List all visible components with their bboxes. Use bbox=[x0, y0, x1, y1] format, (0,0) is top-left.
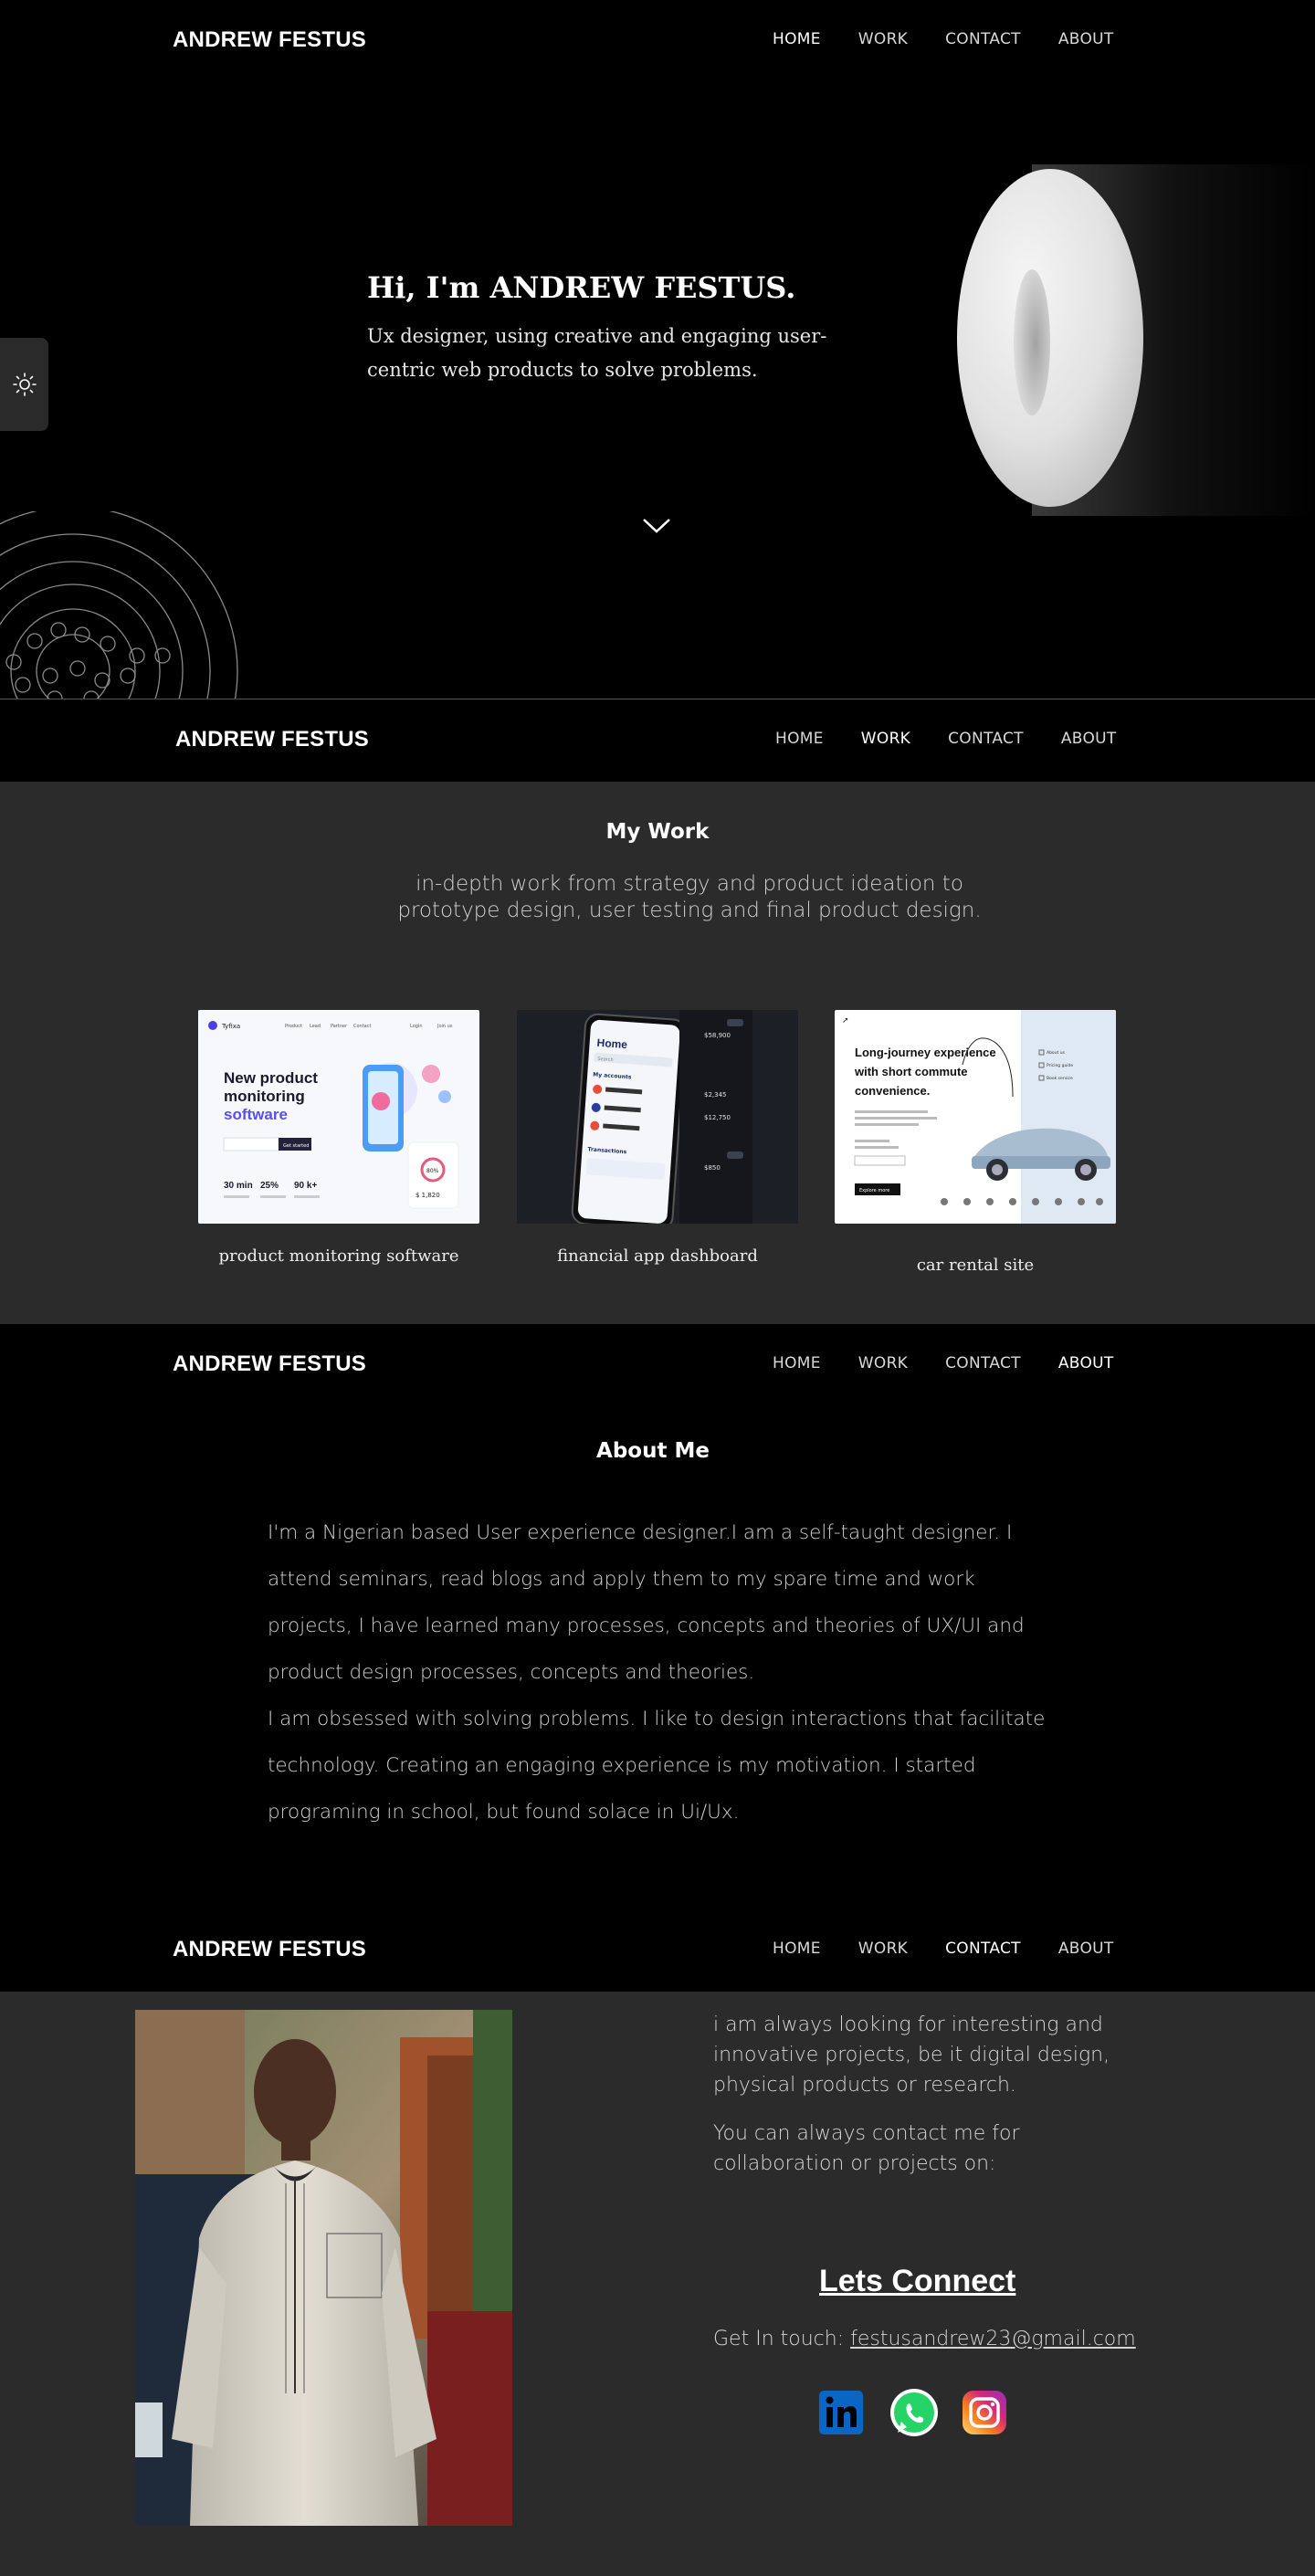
svg-text:$ 1,820: $ 1,820 bbox=[416, 1192, 440, 1199]
svg-text:About us: About us bbox=[1047, 1050, 1066, 1056]
whatsapp-icon[interactable] bbox=[889, 2387, 938, 2438]
project-caption[interactable]: car rental site bbox=[835, 1255, 1116, 1276]
social-links bbox=[817, 2387, 1009, 2438]
project-caption[interactable]: product monitoring software bbox=[198, 1246, 479, 1267]
nav-home[interactable]: HOME bbox=[773, 30, 821, 48]
theme-toggle-button[interactable] bbox=[0, 338, 48, 431]
about-paragraph-2: I am obsessed with solving problems. I l… bbox=[268, 1708, 1046, 1824]
svg-text:30 min: 30 min bbox=[224, 1181, 253, 1191]
svg-text:➚: ➚ bbox=[842, 1016, 849, 1025]
connect-title[interactable]: Lets Connect bbox=[819, 2264, 1015, 2299]
project-thumbnail-car-rental[interactable]: ➚ Long-journey experience with short com… bbox=[835, 1010, 1116, 1224]
svg-text:80%: 80% bbox=[426, 1168, 439, 1174]
about-paragraph-1: I'm a Nigerian based User experience des… bbox=[268, 1521, 1025, 1684]
svg-text:Search: Search bbox=[597, 1057, 614, 1063]
brand-logo[interactable]: ANDREW FESTUS bbox=[173, 27, 366, 53]
nav-menu: HOME WORK CONTACT ABOUT bbox=[773, 1940, 1114, 1958]
brand-logo[interactable]: ANDREW FESTUS bbox=[173, 1937, 366, 1962]
svg-text:Contact: Contact bbox=[353, 1024, 371, 1029]
contact-line: You can always contact me for collaborat… bbox=[713, 2122, 1020, 2175]
project-card-monitoring[interactable]: Tyfixa Product Lead Partner Contact Logi… bbox=[198, 1010, 479, 1267]
work-navbar: ANDREW FESTUS HOME WORK CONTACT ABOUT bbox=[0, 699, 1315, 782]
svg-text:Lead: Lead bbox=[310, 1024, 321, 1029]
nav-home[interactable]: HOME bbox=[773, 1354, 821, 1372]
project-card-car-rental[interactable]: ➚ Long-journey experience with short com… bbox=[835, 1010, 1116, 1276]
nav-about[interactable]: ABOUT bbox=[1058, 1354, 1114, 1372]
nav-home[interactable]: HOME bbox=[773, 1940, 821, 1958]
contact-navbar: ANDREW FESTUS HOME WORK CONTACT ABOUT bbox=[0, 1899, 1315, 1982]
nav-menu: HOME WORK CONTACT ABOUT bbox=[773, 30, 1114, 48]
mock1-logo: Tyfixa bbox=[221, 1023, 240, 1030]
nav-work[interactable]: WORK bbox=[858, 1940, 908, 1958]
nav-menu: HOME WORK CONTACT ABOUT bbox=[773, 1354, 1114, 1372]
svg-text:Home: Home bbox=[596, 1036, 628, 1051]
project-card-financial[interactable]: Home Search My accounts Transactions $58… bbox=[517, 1010, 798, 1267]
svg-text:Book service: Book service bbox=[1047, 1076, 1073, 1081]
nav-about[interactable]: ABOUT bbox=[1061, 730, 1117, 748]
contact-panel: i am always looking for interesting and … bbox=[0, 1992, 1315, 2576]
nav-contact[interactable]: CONTACT bbox=[945, 1354, 1021, 1372]
nav-work[interactable]: WORK bbox=[858, 1354, 908, 1372]
project-thumbnail-financial[interactable]: Home Search My accounts Transactions $58… bbox=[517, 1010, 798, 1224]
sun-icon bbox=[12, 373, 37, 396]
hero-section: ANDREW FESTUS HOME WORK CONTACT ABOUT Hi… bbox=[0, 0, 1315, 699]
scroll-down-chevron-icon[interactable] bbox=[639, 511, 674, 539]
about-title: About Me bbox=[596, 1439, 710, 1463]
svg-text:25%: 25% bbox=[260, 1181, 279, 1191]
svg-text:$2,345: $2,345 bbox=[704, 1091, 727, 1099]
linkedin-icon[interactable] bbox=[817, 2387, 867, 2438]
contact-section: ANDREW FESTUS HOME WORK CONTACT ABOUT i … bbox=[0, 1899, 1315, 2576]
hero-subtitle: Ux designer, using creative and engaging… bbox=[367, 325, 827, 381]
torus-illustration bbox=[950, 164, 1315, 516]
nav-work[interactable]: WORK bbox=[861, 730, 910, 748]
contact-intro: i am always looking for interesting and … bbox=[713, 2013, 1110, 2097]
get-in-touch: Get In touch: festusandrew23@gmail.com bbox=[713, 2328, 1136, 2350]
about-section: ANDREW FESTUS HOME WORK CONTACT ABOUT Ab… bbox=[0, 1324, 1315, 1991]
nav-about[interactable]: ABOUT bbox=[1058, 30, 1114, 48]
svg-text:Partner: Partner bbox=[331, 1024, 348, 1029]
work-title: My Work bbox=[605, 820, 710, 844]
svg-text:90 k+: 90 k+ bbox=[294, 1181, 317, 1191]
svg-text:$12,750: $12,750 bbox=[704, 1114, 731, 1121]
nav-about[interactable]: ABOUT bbox=[1058, 1940, 1114, 1958]
nav-contact[interactable]: CONTACT bbox=[945, 1940, 1021, 1958]
about-text: I'm a Nigerian based User experience des… bbox=[268, 1509, 1062, 1835]
svg-text:$850: $850 bbox=[704, 1164, 721, 1172]
svg-text:Explore more: Explore more bbox=[859, 1188, 889, 1193]
svg-text:Product: Product bbox=[285, 1024, 302, 1029]
svg-text:Get started: Get started bbox=[283, 1143, 309, 1149]
project-thumbnail-monitoring[interactable]: Tyfixa Product Lead Partner Contact Logi… bbox=[198, 1010, 479, 1224]
email-link[interactable]: festusandrew23@gmail.com bbox=[850, 2328, 1136, 2350]
nav-work[interactable]: WORK bbox=[858, 30, 908, 48]
top-navbar: ANDREW FESTUS HOME WORK CONTACT ABOUT bbox=[0, 0, 1315, 82]
svg-text:monitoring: monitoring bbox=[224, 1088, 305, 1105]
brand-logo[interactable]: ANDREW FESTUS bbox=[175, 727, 369, 752]
svg-text:New product: New product bbox=[224, 1069, 318, 1087]
about-navbar: ANDREW FESTUS HOME WORK CONTACT ABOUT bbox=[0, 1324, 1315, 1406]
instagram-icon[interactable] bbox=[960, 2387, 1009, 2438]
svg-text:$58,900: $58,900 bbox=[704, 1032, 731, 1039]
nav-contact[interactable]: CONTACT bbox=[945, 30, 1021, 48]
project-caption[interactable]: financial app dashboard bbox=[517, 1246, 798, 1267]
svg-text:software: software bbox=[224, 1106, 288, 1123]
nav-contact[interactable]: CONTACT bbox=[948, 730, 1024, 748]
nav-home[interactable]: HOME bbox=[775, 730, 824, 748]
work-description: in-depth work from strategy and product … bbox=[397, 872, 982, 922]
svg-text:Login: Login bbox=[410, 1024, 423, 1029]
brand-logo[interactable]: ANDREW FESTUS bbox=[173, 1351, 366, 1377]
profile-photo bbox=[135, 2010, 512, 2526]
svg-text:Join us: Join us bbox=[437, 1024, 453, 1029]
nav-menu: HOME WORK CONTACT ABOUT bbox=[775, 730, 1117, 748]
decorative-rings-icon bbox=[0, 511, 238, 699]
work-section: ANDREW FESTUS HOME WORK CONTACT ABOUT My… bbox=[0, 699, 1315, 1324]
get-in-touch-label: Get In touch: bbox=[713, 2328, 845, 2350]
hero-title: Hi, I'm ANDREW FESTUS. bbox=[367, 270, 796, 305]
svg-text:Pricing guide: Pricing guide bbox=[1047, 1063, 1073, 1068]
